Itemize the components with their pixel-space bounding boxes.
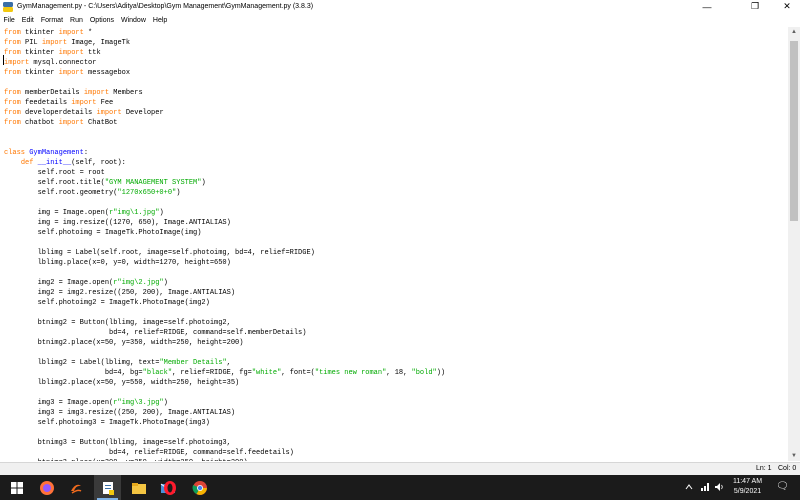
code-line[interactable]	[4, 128, 445, 138]
code-line[interactable]	[4, 348, 445, 358]
python-idle-icon	[3, 1, 13, 12]
code-line[interactable]: self.photoimg = ImageTk.PhotoImage(img)	[4, 228, 445, 238]
code-line[interactable]: img = img.resize((1270, 650), Image.ANTI…	[4, 218, 445, 228]
status-bar: Ln: 1 Col: 0	[0, 462, 800, 475]
code-line[interactable]: lblimg.place(x=0, y=0, width=1270, heigh…	[4, 258, 445, 268]
app-swirl-icon	[70, 484, 81, 494]
menu-run[interactable]: Run	[67, 17, 87, 24]
code-line[interactable]: self.photoimg2 = ImageTk.PhotoImage(img2…	[4, 298, 445, 308]
vertical-scrollbar[interactable]: ▲ ▼	[788, 27, 800, 461]
code-line[interactable]: class GymManagement:	[4, 148, 445, 158]
taskbar: 11:47 AM 5/9/2021 🗨	[0, 475, 800, 500]
code-line[interactable]: self.root = root	[4, 168, 445, 178]
menu-bar: File Edit Format Run Options Window Help	[0, 14, 800, 26]
code-line[interactable]: btnimg2.place(x=50, y=350, width=250, he…	[4, 338, 445, 348]
code-text[interactable]: from tkinter import * from PIL import Ima…	[4, 28, 445, 461]
code-line[interactable]: img3 = Image.open(r"img\3.jpg")	[4, 398, 445, 408]
chrome-icon	[192, 480, 207, 495]
taskbar-firefox[interactable]	[33, 475, 60, 500]
close-button[interactable]: ✕	[774, 0, 800, 13]
notification-icon[interactable]: 🗨	[776, 481, 789, 492]
code-line[interactable]	[4, 308, 445, 318]
taskbar-file-explorer[interactable]	[125, 475, 152, 500]
title-bar: GymManagement.py - C:\Users\Aditya\Deskt…	[0, 0, 800, 13]
menu-format[interactable]: Format	[37, 17, 66, 24]
code-line[interactable]: btnimg3.place(x=300, y=350, width=250, h…	[4, 458, 445, 461]
code-line[interactable]: lblimg2 = Label(lblimg, text="Member Det…	[4, 358, 445, 368]
code-line[interactable]: img2 = img2.resize((250, 200), Image.ANT…	[4, 288, 445, 298]
line-indicator: Ln: 1	[756, 465, 772, 472]
clock-time[interactable]: 11:47 AM	[725, 478, 770, 485]
code-line[interactable]	[4, 268, 445, 278]
window-title: GymManagement.py - C:\Users\Aditya\Deskt…	[17, 3, 314, 10]
code-editor[interactable]: from tkinter import * from PIL import Ima…	[0, 27, 788, 461]
taskbar-blender[interactable]	[62, 475, 89, 500]
code-line[interactable]: self.root.title("GYM MANAGEMENT SYSTEM")	[4, 178, 445, 188]
menu-options[interactable]: Options	[86, 17, 117, 24]
clock-date[interactable]: 5/9/2021	[725, 488, 770, 495]
menu-help[interactable]: Help	[149, 17, 170, 24]
network-icon[interactable]	[700, 482, 710, 492]
code-line[interactable]: import mysql.connector	[4, 58, 445, 68]
code-line[interactable]: from developerdetails import Developer	[4, 108, 445, 118]
code-line[interactable]: self.root.geometry("1270x650+0+0")	[4, 188, 445, 198]
code-line[interactable]: from tkinter import ttk	[4, 48, 445, 58]
taskbar-chrome[interactable]	[186, 475, 213, 500]
windows-start-button[interactable]	[3, 475, 30, 500]
code-line[interactable]	[4, 428, 445, 438]
firefox-icon	[39, 480, 54, 495]
code-line[interactable]: img = Image.open(r"img\1.jpg")	[4, 208, 445, 218]
code-line[interactable]: btnimg2 = Button(lblimg, image=self.phot…	[4, 318, 445, 328]
code-line[interactable]	[4, 238, 445, 248]
menu-edit[interactable]: Edit	[18, 17, 37, 24]
code-line[interactable]: img2 = Image.open(r"img\2.jpg")	[4, 278, 445, 288]
code-line[interactable]: lblimg = Label(self.root, image=self.pho…	[4, 248, 445, 258]
code-line[interactable]: bd=4, bg="black", relief=RIDGE, fg="whit…	[4, 368, 445, 378]
code-line[interactable]: img3 = img3.resize((250, 200), Image.ANT…	[4, 408, 445, 418]
minimize-button[interactable]: —	[694, 0, 720, 13]
taskbar-python-idle[interactable]	[94, 475, 121, 500]
code-line[interactable]: btnimg3 = Button(lblimg, image=self.phot…	[4, 438, 445, 448]
code-line[interactable]: from PIL import Image, ImageTk	[4, 38, 445, 48]
code-line[interactable]: from tkinter import messagebox	[4, 68, 445, 78]
windows-logo-icon	[10, 481, 23, 494]
code-line[interactable]: bd=4, relief=RIDGE, command=self.memberD…	[4, 328, 445, 338]
folder-icon	[131, 482, 146, 494]
code-line[interactable]: from tkinter import *	[4, 28, 445, 38]
minimize-icon: —	[702, 1, 712, 12]
code-line[interactable]	[4, 138, 445, 148]
taskbar-opera[interactable]	[156, 475, 183, 500]
code-line[interactable]: from feedetails import Fee	[4, 98, 445, 108]
column-indicator: Col: 0	[778, 465, 797, 472]
text-cursor	[3, 55, 4, 65]
volume-icon[interactable]	[714, 482, 724, 492]
code-line[interactable]: from chatbot import ChatBot	[4, 118, 445, 128]
code-line[interactable]	[4, 388, 445, 398]
code-line[interactable]	[4, 198, 445, 208]
idle-document-icon	[102, 481, 114, 495]
code-line[interactable]: from memberDetails import Members	[4, 88, 445, 98]
restore-button[interactable]: ❐	[742, 0, 768, 13]
tray-chevron-up-icon[interactable]	[685, 484, 693, 490]
scrollbar-thumb[interactable]	[790, 41, 798, 221]
menu-window[interactable]: Window	[117, 17, 149, 24]
code-line[interactable]	[4, 78, 445, 88]
opera-icon	[163, 480, 176, 495]
restore-icon: ❐	[750, 1, 760, 11]
code-line[interactable]: bd=4, relief=RIDGE, command=self.feedeta…	[4, 448, 445, 458]
code-line[interactable]: def __init__(self, root):	[4, 158, 445, 168]
close-icon: ✕	[783, 1, 791, 11]
scroll-down-icon[interactable]: ▼	[788, 451, 800, 461]
scroll-up-icon[interactable]: ▲	[788, 27, 800, 37]
code-line[interactable]: lblimg2.place(x=50, y=550, width=250, he…	[4, 378, 445, 388]
code-line[interactable]: self.photoimg3 = ImageTk.PhotoImage(img3…	[4, 418, 445, 428]
menu-file[interactable]: File	[0, 17, 18, 24]
